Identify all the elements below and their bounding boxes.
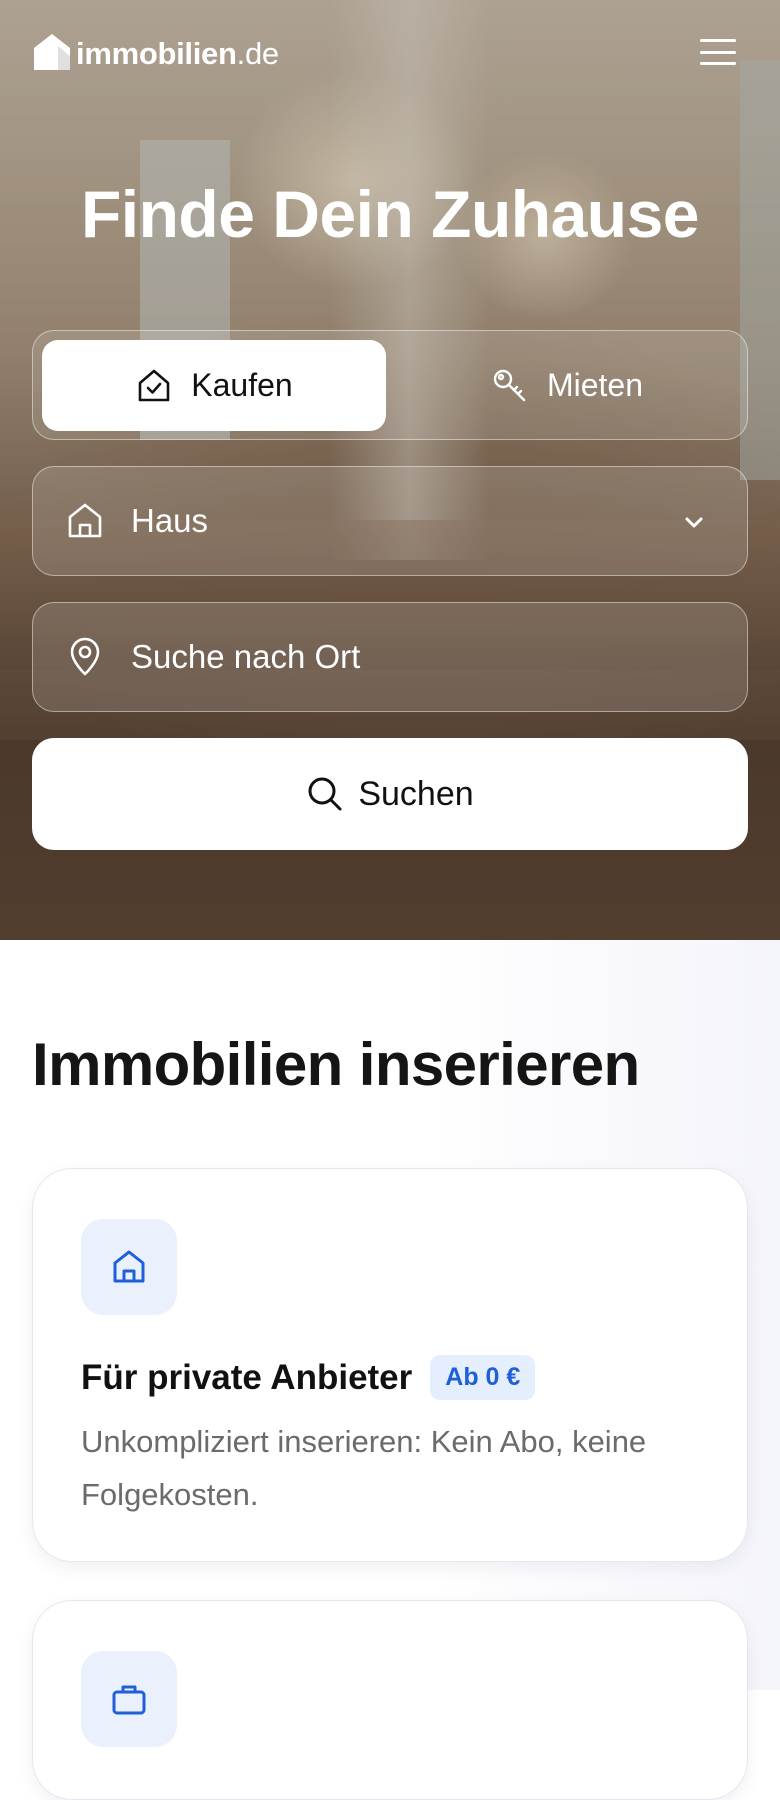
house-icon [68, 503, 102, 538]
hero-title: Finde Dein Zuhause [80, 177, 700, 251]
tab-mieten-label: Mieten [546, 367, 644, 403]
price-badge: Ab 0 € [430, 1355, 536, 1400]
chevron-down-icon [685, 517, 703, 528]
card-description: Unkompliziert inserieren: Kein Abo, kein… [81, 1424, 647, 1512]
briefcase-icon [112, 1685, 146, 1715]
logo-house-icon [34, 34, 70, 70]
business-provider-card[interactable] [32, 1600, 748, 1800]
card-title-text: Für private Anbieter [81, 1357, 413, 1397]
private-provider-card[interactable]: Für private Anbieter Ab 0 € Unkomplizier… [32, 1168, 748, 1562]
tab-kaufen[interactable]: Kaufen [42, 340, 386, 431]
section-title: Immobilien inserieren [32, 1031, 640, 1098]
hero-section: immobilien.de Finde Dein Zuhause Kaufen … [0, 0, 780, 940]
site-logo[interactable]: immobilien.de [32, 32, 279, 72]
house-icon [113, 1250, 145, 1283]
card-icon-box [81, 1219, 177, 1315]
property-type-value: Haus [131, 502, 209, 539]
map-pin-icon [70, 637, 100, 676]
search-button-label: Suchen [358, 774, 474, 813]
card-title: Für private Anbieter Ab 0 € [81, 1355, 536, 1400]
location-placeholder: Suche nach Ort [131, 638, 361, 675]
tab-kaufen-label: Kaufen [191, 367, 293, 403]
property-type-select[interactable]: Haus [32, 466, 748, 576]
card-icon-box [81, 1651, 177, 1747]
logo-text: immobilien.de [76, 36, 279, 71]
tab-mieten[interactable]: Mieten [395, 340, 739, 431]
key-icon [493, 369, 526, 401]
location-search-input[interactable]: Suche nach Ort [32, 602, 748, 712]
house-check-icon [138, 369, 170, 401]
hamburger-menu-icon[interactable] [698, 36, 738, 68]
search-button[interactable]: Suchen [32, 738, 748, 850]
transaction-tabs: Kaufen Mieten [32, 330, 748, 440]
search-icon [308, 777, 342, 811]
